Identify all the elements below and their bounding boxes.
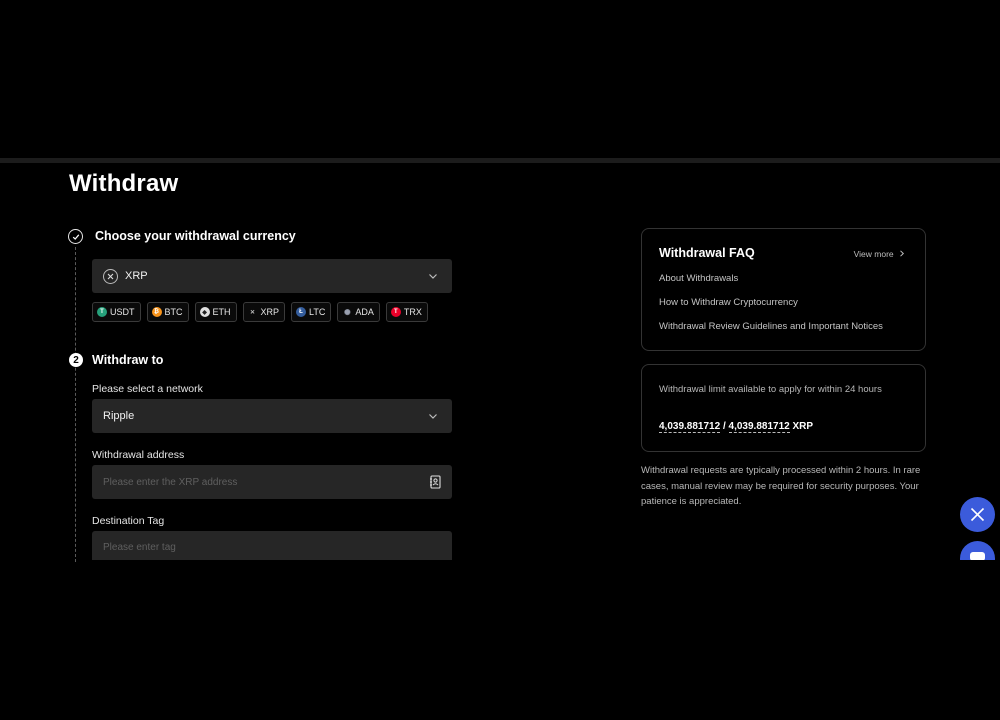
tag-input[interactable]: Please enter tag (92, 531, 452, 560)
address-placeholder: Please enter the XRP address (103, 476, 238, 488)
chip-label: USDT (110, 307, 135, 317)
tag-placeholder: Please enter tag (103, 542, 176, 553)
limit-description: Withdrawal limit available to apply for … (659, 384, 882, 395)
step2-title: Withdraw to (92, 353, 164, 367)
usdt-icon: T (97, 307, 107, 317)
faq-link-how-to-withdraw[interactable]: How to Withdraw Cryptocurrency (659, 297, 798, 308)
step2-number: 2 (69, 353, 83, 367)
trx-icon: T (390, 307, 401, 317)
address-book-icon[interactable] (429, 475, 442, 489)
chip-label: TRX (403, 307, 422, 317)
chip-label: ADA (355, 307, 374, 317)
currency-select[interactable]: XRP (92, 259, 452, 293)
withdrawal-limit-card: Withdrawal limit available to apply for … (641, 364, 926, 452)
faq-link-review-guidelines[interactable]: Withdrawal Review Guidelines and Importa… (659, 321, 883, 332)
chevron-down-icon (429, 414, 437, 419)
currency-chip-eth[interactable]: ◆ ETH (194, 302, 237, 322)
processing-note: Withdrawal requests are typically proces… (641, 465, 921, 507)
limit-available: 4,039.881712 (659, 421, 721, 433)
check-circle-icon (68, 229, 83, 244)
chat-icon (970, 552, 985, 560)
selected-currency: XRP (125, 270, 148, 282)
withdrawal-faq-card: Withdrawal FAQ View more About Withdrawa… (641, 228, 926, 351)
limit-value: 4,039.881712 / 4,039.881712 XRP (659, 421, 814, 433)
currency-chip-ada[interactable]: ✺ ADA (337, 302, 380, 322)
view-more-label: View more (853, 249, 894, 259)
currency-chip-usdt[interactable]: T USDT (92, 302, 141, 322)
tag-label: Destination Tag (92, 515, 165, 527)
currency-chip-trx[interactable]: T TRX (385, 302, 428, 322)
chip-label: ETH (212, 307, 231, 317)
step1-title: Choose your withdrawal currency (95, 229, 296, 243)
limit-unit: XRP (792, 421, 814, 432)
faq-link-about-withdrawals[interactable]: About Withdrawals (659, 273, 738, 284)
address-input[interactable]: Please enter the XRP address (92, 465, 452, 499)
currency-chip-btc[interactable]: ₿ BTC (146, 302, 189, 322)
page-title: Withdraw (69, 170, 179, 197)
chip-label: BTC (164, 307, 183, 317)
chevron-right-icon (900, 250, 905, 257)
chevron-down-icon (429, 274, 437, 279)
xrp-icon: ✕ (249, 309, 256, 316)
eth-icon: ◆ (199, 307, 210, 317)
faq-title: Withdrawal FAQ (659, 246, 755, 260)
limit-separator: / (722, 421, 726, 432)
currency-chip-ltc[interactable]: Ł LTC (291, 302, 332, 322)
step-connector (75, 247, 76, 562)
quick-currency-list: T USDT ₿ BTC ◆ ETH ✕ XRP Ł LTC ✺ ADA T T… (92, 302, 428, 322)
selected-network: Ripple (103, 410, 135, 422)
xrp-icon (103, 268, 118, 284)
x-logo-icon (970, 507, 985, 522)
ltc-icon: Ł (296, 307, 307, 317)
x-social-button[interactable] (960, 497, 995, 532)
currency-chip-xrp[interactable]: ✕ XRP (242, 302, 286, 322)
btc-icon: ₿ (151, 307, 162, 317)
network-select[interactable]: Ripple (92, 399, 452, 433)
ada-icon: ✺ (344, 307, 351, 317)
network-label: Please select a network (92, 383, 203, 395)
view-more-link[interactable]: View more (854, 249, 905, 259)
limit-total: 4,039.881712 (728, 421, 790, 433)
chip-label: XRP (260, 307, 280, 317)
chip-label: LTC (309, 307, 326, 317)
top-divider (0, 158, 1000, 163)
address-label: Withdrawal address (92, 449, 185, 461)
support-chat-button[interactable] (960, 541, 995, 560)
